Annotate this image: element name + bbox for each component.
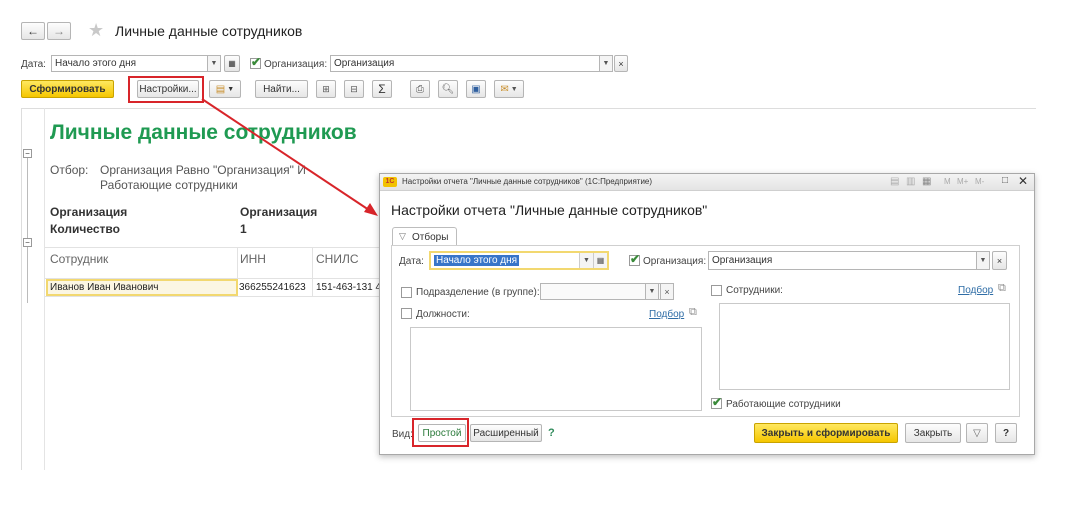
window-close-icon[interactable]: ✕ — [1018, 174, 1028, 188]
dialog-titlebar: 1С Настройки отчета "Личные данные сотру… — [380, 174, 1034, 191]
dlg-date-label: Дата: — [399, 256, 424, 267]
close-button[interactable]: Закрыть — [905, 423, 961, 443]
view-label: Вид: — [392, 429, 413, 440]
window-print-icon[interactable]: ▤ — [890, 176, 899, 187]
dlg-org-label: Организация: — [643, 256, 707, 267]
calendar-icon[interactable]: ▦ — [593, 253, 607, 268]
settings-dialog: 1С Настройки отчета "Личные данные сотру… — [379, 173, 1035, 455]
tab-filters[interactable]: ▽ Отборы — [392, 227, 457, 246]
window-calendar-icon[interactable]: ▦ — [922, 176, 931, 187]
dlg-org-checkbox[interactable]: ✔ — [629, 252, 641, 266]
employees-label: Сотрудники: — [726, 285, 783, 296]
dlg-date-value: Начало этого дня — [434, 255, 520, 266]
tab-filters-label: Отборы — [412, 232, 449, 243]
window-restore-icon[interactable]: □ — [1002, 175, 1008, 186]
dlg-org-clear-button[interactable]: × — [992, 251, 1007, 270]
help-button[interactable]: ? — [995, 423, 1017, 443]
red-arrow-head — [364, 203, 378, 216]
window-copy-icon[interactable]: ▥ — [906, 176, 915, 187]
app-logo-icon: 1С — [383, 177, 397, 187]
window-memory-minus-button[interactable]: M- — [975, 177, 984, 186]
working-label: Работающие сотрудники — [726, 399, 841, 410]
positions-pick-link[interactable]: Подбор — [649, 309, 684, 320]
working-checkbox[interactable]: ✔ — [711, 395, 723, 409]
employees-list[interactable] — [719, 303, 1010, 390]
positions-checkbox[interactable] — [401, 308, 412, 319]
window-memory-plus-button[interactable]: M+ — [957, 177, 968, 186]
employees-copy-icon[interactable]: ⧉ — [998, 282, 1006, 295]
dlg-org-field[interactable]: Организация ▼ — [708, 251, 990, 270]
clear-icon[interactable]: × — [660, 283, 674, 300]
dlg-org-value: Организация — [712, 255, 773, 266]
subdivision-checkbox[interactable] — [401, 287, 412, 298]
view-simple-highlight — [412, 418, 469, 447]
positions-list[interactable] — [410, 327, 702, 411]
subdivision-label: Подразделение (в группе): — [416, 287, 540, 298]
dialog-window-title: Настройки отчета "Личные данные сотрудни… — [402, 177, 653, 186]
close-and-generate-button[interactable]: Закрыть и сформировать — [754, 423, 898, 443]
filter-icon: ▽ — [399, 231, 406, 241]
filter-settings-icon: ▽ — [973, 427, 981, 439]
dropdown-arrow-icon[interactable]: ▼ — [579, 253, 593, 268]
red-arrow-line — [201, 98, 373, 213]
employees-checkbox[interactable] — [711, 285, 722, 296]
view-extended-button[interactable]: Расширенный — [470, 424, 542, 442]
checkmark-icon: ✔ — [630, 252, 641, 266]
dropdown-arrow-icon[interactable]: ▼ — [976, 251, 990, 270]
filter-settings-button[interactable]: ▽ — [966, 423, 988, 443]
dialog-heading: Настройки отчета "Личные данные сотрудни… — [391, 202, 708, 218]
positions-label: Должности: — [416, 309, 470, 320]
checkmark-icon: ✔ — [712, 395, 723, 409]
employees-pick-link[interactable]: Подбор — [958, 285, 993, 296]
dropdown-arrow-icon[interactable]: ▼ — [645, 283, 659, 300]
subdivision-field[interactable]: ▼ × — [540, 283, 674, 300]
dlg-date-field[interactable]: Начало этого дня ▼ ▦ — [429, 251, 609, 270]
window-memory-button[interactable]: M — [944, 177, 951, 186]
help-link[interactable]: ? — [548, 427, 555, 439]
positions-copy-icon[interactable]: ⧉ — [689, 306, 697, 319]
